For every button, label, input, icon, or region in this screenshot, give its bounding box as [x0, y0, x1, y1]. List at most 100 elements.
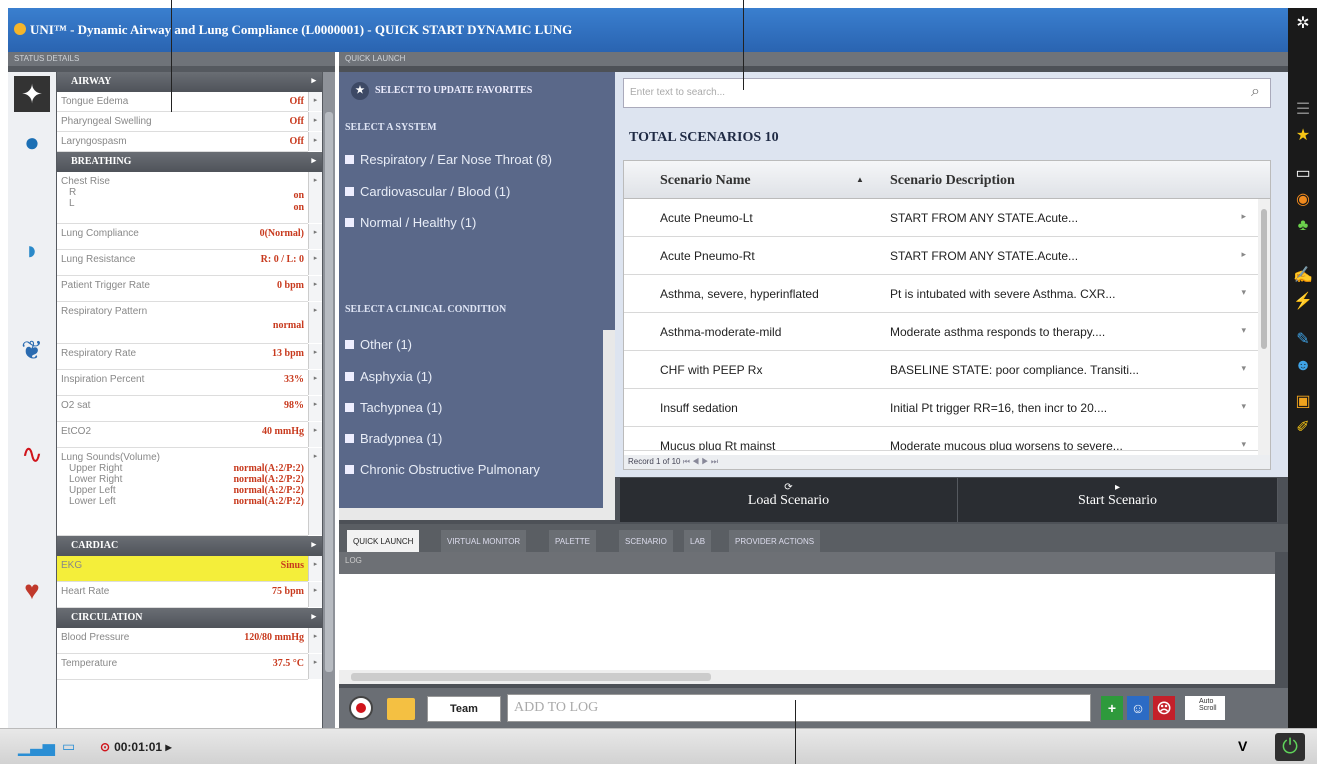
airway-person-icon[interactable]: ● [14, 124, 50, 160]
scrollbar-thumb[interactable] [325, 112, 333, 672]
pager-arrows-icon[interactable]: ⏮ ◀ ▶ ⏭ [683, 457, 718, 466]
table-row[interactable]: Mucus plug Rt mainst Moderate mucous plug… [624, 427, 1270, 451]
expand-arrow-icon[interactable]: ▸ [308, 370, 322, 395]
section-cardiac[interactable]: CARDIAC [57, 536, 322, 556]
expand-arrow-icon[interactable]: ▸ [308, 112, 322, 131]
happy-face-icon[interactable]: ☺ [1127, 696, 1149, 720]
sad-face-icon[interactable]: ☹ [1153, 696, 1175, 720]
favorites-star-icon[interactable]: ★ [1293, 126, 1313, 146]
expand-arrow-icon[interactable]: ▸ [308, 628, 322, 653]
tab-provider-actions[interactable]: PROVIDER ACTIONS [729, 530, 821, 552]
condition-checkbox[interactable]: Chronic Obstructive Pulmonary [345, 462, 601, 477]
condition-checkbox[interactable]: Asphyxia (1) [345, 369, 432, 384]
row-expand-icon[interactable]: ▾ [1241, 363, 1246, 374]
expand-arrow-icon[interactable]: ▸ [308, 224, 322, 249]
save-icon[interactable]: ▣ [1293, 392, 1313, 412]
column-scenario-description[interactable]: Scenario Description [890, 173, 1015, 189]
condition-vscroll[interactable] [603, 330, 615, 520]
add-icon[interactable]: + [1101, 696, 1123, 720]
tab-virtual-monitor[interactable]: VIRTUAL MONITOR [441, 530, 527, 552]
param-chest-rise[interactable]: Chest Rise R L on on ▸ [57, 172, 322, 224]
breathing-head-icon[interactable]: ◗ [14, 232, 50, 268]
team-button[interactable]: Team [427, 696, 501, 722]
monitor-icon[interactable]: ▭ [1293, 164, 1313, 184]
favorites-button[interactable]: ★ SELECT TO UPDATE FAVORITES [351, 82, 532, 100]
start-scenario-button[interactable]: ▸ Start Scenario [958, 478, 1278, 522]
row-expand-icon[interactable]: ▸ [1241, 249, 1246, 260]
expand-arrow-icon[interactable]: ▸ [308, 396, 322, 421]
sort-arrow-icon[interactable]: ▲ [856, 175, 864, 184]
row-expand-icon[interactable]: ▾ [1241, 439, 1246, 450]
table-row[interactable]: Insuff sedation Initial Pt trigger RR=16,… [624, 389, 1270, 427]
row-expand-icon[interactable]: ▸ [1241, 211, 1246, 222]
system-checkbox[interactable]: Respiratory / Ear Nose Throat (8) [345, 152, 552, 167]
param-pharyngeal-swelling[interactable]: Pharyngeal Swelling Off ▸ [57, 112, 322, 132]
search-input[interactable]: Enter text to search... ⌕ [623, 78, 1271, 108]
scrollbar-thumb[interactable] [1261, 209, 1267, 349]
log-area[interactable] [339, 574, 1275, 684]
tab-scenario[interactable]: SCENARIO [619, 530, 673, 552]
param-temperature[interactable]: Temperature 37.5 °C ▸ [57, 654, 322, 680]
lungs-icon[interactable]: ❦ [14, 332, 50, 368]
section-airway[interactable]: AIRWAY [57, 72, 322, 92]
folder-icon[interactable] [387, 698, 415, 720]
expand-arrow-icon[interactable]: ▸ [308, 276, 322, 301]
scenario-tree-icon[interactable]: ♣ [1293, 216, 1313, 236]
palette-icon[interactable]: ◉ [1293, 190, 1313, 210]
system-checkbox[interactable]: Normal / Healthy (1) [345, 215, 476, 230]
condition-checkbox[interactable]: Other (1) [345, 337, 412, 352]
version-label[interactable]: V [1238, 738, 1247, 754]
users-icon[interactable]: ☻ [1293, 356, 1313, 376]
expand-arrow-icon[interactable]: ▸ [308, 344, 322, 369]
param-inspiration-percent[interactable]: Inspiration Percent 33% ▸ [57, 370, 322, 396]
expand-arrow-icon[interactable]: ▸ [308, 556, 322, 581]
param-o2-sat[interactable]: O2 sat 98% ▸ [57, 396, 322, 422]
lightning-icon[interactable]: ⚡ [1293, 292, 1313, 312]
param-lung-sounds[interactable]: Lung Sounds(Volume) Upper Right Lower Ri… [57, 448, 322, 536]
condition-hscroll[interactable] [339, 508, 603, 520]
log-hscroll[interactable] [339, 670, 1275, 684]
record-button[interactable] [349, 696, 373, 720]
param-patient-trigger-rate[interactable]: Patient Trigger Rate 0 bpm ▸ [57, 276, 322, 302]
param-ekg[interactable]: EKG Sinus ▸ [57, 556, 322, 582]
table-row[interactable]: CHF with PEEP Rx BASELINE STATE: poor com… [624, 351, 1270, 389]
expand-arrow-icon[interactable]: ▸ [308, 172, 322, 223]
param-laryngospasm[interactable]: Laryngospasm Off ▸ [57, 132, 322, 152]
signature-icon[interactable]: ✍ [1293, 266, 1313, 286]
search-icon[interactable]: ⌕ [1251, 83, 1260, 101]
row-expand-icon[interactable]: ▾ [1241, 287, 1246, 298]
expand-arrow-icon[interactable]: ▸ [308, 448, 322, 535]
param-lung-compliance[interactable]: Lung Compliance 0(Normal) ▸ [57, 224, 322, 250]
tab-quick-launch[interactable]: QUICK LAUNCH [347, 530, 420, 552]
wand-icon[interactable]: ✦ [14, 76, 50, 112]
status-scrollbar[interactable] [323, 72, 335, 728]
table-row[interactable]: Asthma, severe, hyperinflated Pt is intub… [624, 275, 1270, 313]
param-blood-pressure[interactable]: Blood Pressure 120/80 mmHg ▸ [57, 628, 322, 654]
system-checkbox[interactable]: Cardiovascular / Blood (1) [345, 184, 510, 199]
section-circulation[interactable]: CIRCULATION [57, 608, 322, 628]
param-lung-resistance[interactable]: Lung Resistance R: 0 / L: 0 ▸ [57, 250, 322, 276]
heartbeat-icon[interactable]: ∿ [14, 436, 50, 472]
table-row[interactable]: Asthma-moderate-mild Moderate asthma resp… [624, 313, 1270, 351]
tab-lab[interactable]: LAB [684, 530, 712, 552]
expand-arrow-icon[interactable]: ▸ [308, 302, 322, 343]
expand-arrow-icon[interactable]: ▸ [308, 582, 322, 607]
table-row[interactable]: Acute Pneumo-Rt START FROM ANY STATE.Acut… [624, 237, 1270, 275]
row-expand-icon[interactable]: ▾ [1241, 325, 1246, 336]
condition-checkbox[interactable]: Tachypnea (1) [345, 400, 442, 415]
gear-icon[interactable]: ✲ [1293, 14, 1313, 34]
power-icon[interactable]: ⏻ [1275, 733, 1305, 761]
list-icon[interactable]: ☰ [1293, 100, 1313, 120]
section-breathing[interactable]: BREATHING [57, 152, 322, 172]
auto-scroll-toggle[interactable]: Auto Scroll [1185, 696, 1225, 720]
heart-icon[interactable]: ♥ [14, 572, 50, 608]
session-timer[interactable]: ⊙ 00:01:01 ▸ [100, 740, 171, 754]
param-etco2[interactable]: EtCO2 40 mmHg ▸ [57, 422, 322, 448]
grid-scrollbar[interactable] [1258, 199, 1270, 457]
param-tongue-edema[interactable]: Tongue Edema Off ▸ [57, 92, 322, 112]
column-scenario-name[interactable]: Scenario Name [660, 173, 751, 189]
param-heart-rate[interactable]: Heart Rate 75 bpm ▸ [57, 582, 322, 608]
edit-document-icon[interactable]: ✐ [1293, 418, 1313, 438]
expand-arrow-icon[interactable]: ▸ [308, 92, 322, 111]
row-expand-icon[interactable]: ▾ [1241, 401, 1246, 412]
